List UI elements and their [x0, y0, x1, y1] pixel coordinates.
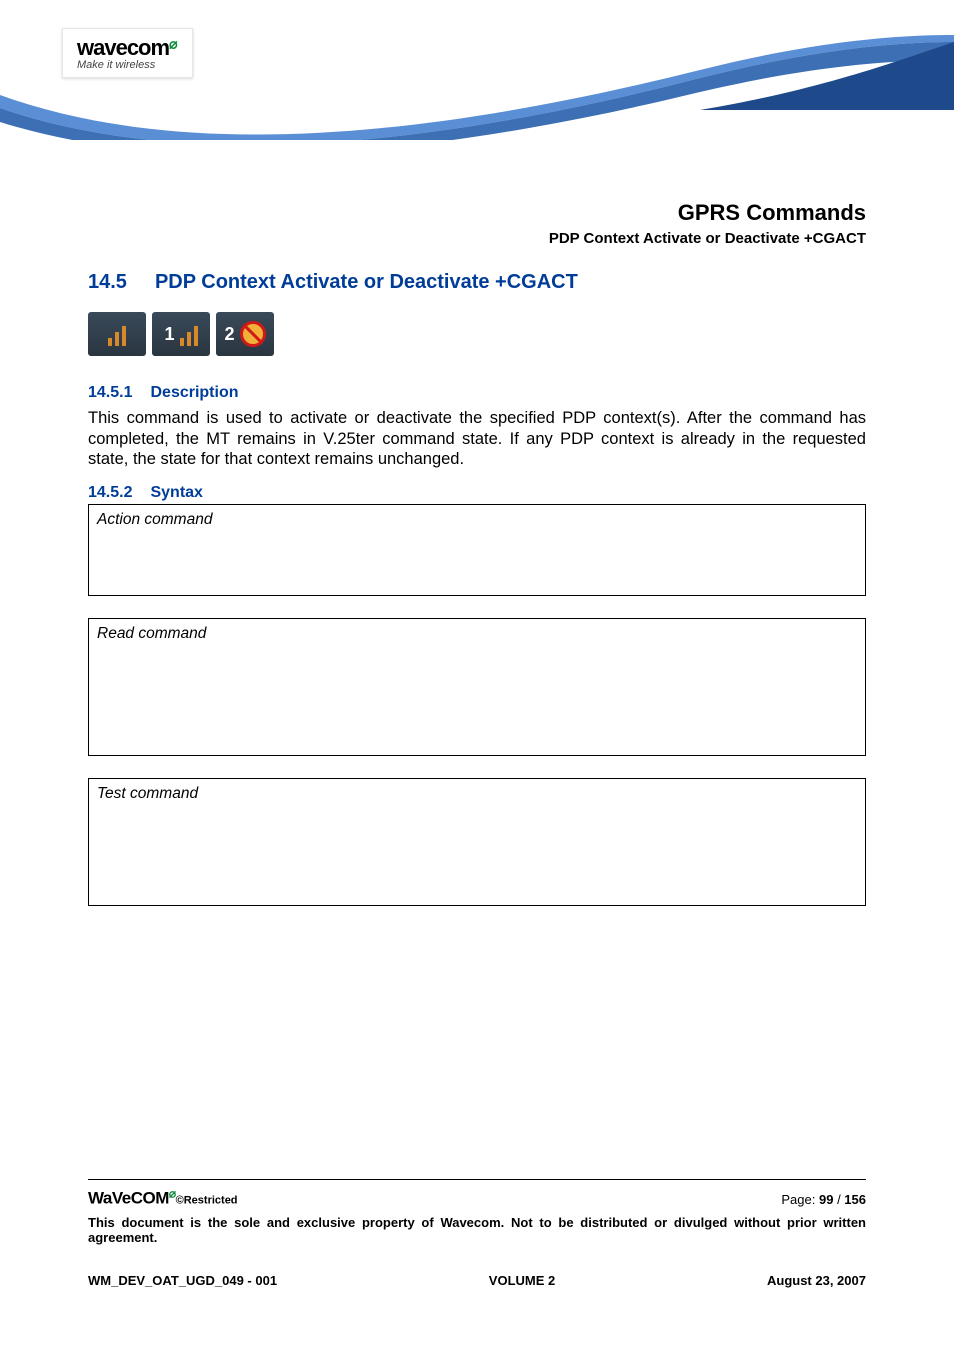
prohibit-icon	[240, 321, 266, 347]
footer-row-1: WaVeCOM⌀©Restricted Page: 99 / 156	[88, 1186, 866, 1209]
chapter-header: GPRS Commands PDP Context Activate or De…	[88, 200, 866, 247]
page-footer: WaVeCOM⌀©Restricted Page: 99 / 156 This …	[88, 1179, 866, 1288]
footer-rule	[88, 1179, 866, 1180]
footer-row-3: WM_DEV_OAT_UGD_049 - 001 VOLUME 2 August…	[88, 1273, 866, 1288]
syntax-title: Syntax	[150, 484, 202, 501]
section-heading: 14.5 PDP Context Activate or Deactivate +…	[88, 271, 866, 294]
page-content: GPRS Commands PDP Context Activate or De…	[0, 200, 954, 906]
header-band: wavecom⌀ Make it wireless	[0, 0, 954, 140]
logo-brand-text: wavecom	[77, 35, 169, 61]
description-body: This command is used to activate or deac…	[88, 408, 866, 470]
sim-icon-2-label: 2	[224, 324, 234, 345]
page-total: 156	[844, 1192, 866, 1207]
chapter-title: GPRS Commands	[88, 200, 866, 226]
logo-brand: wavecom⌀	[77, 35, 178, 61]
footer-date: August 23, 2007	[767, 1273, 866, 1288]
section-number: 14.5	[88, 271, 127, 293]
footer-restricted: ©Restricted	[176, 1195, 238, 1207]
test-command-label: Test command	[97, 785, 857, 803]
description-heading: 14.5.1 Description	[88, 384, 866, 402]
sim-icon-1: 1	[152, 312, 210, 356]
footer-doc-id: WM_DEV_OAT_UGD_049 - 001	[88, 1273, 277, 1288]
footer-volume: VOLUME 2	[489, 1273, 555, 1288]
sim-icon-1-label: 1	[164, 324, 174, 345]
description-number: 14.5.1	[88, 384, 132, 401]
page-sep: /	[833, 1192, 844, 1207]
action-command-label: Action command	[97, 511, 857, 529]
footer-logo: WaVeCOM⌀©Restricted	[88, 1186, 238, 1209]
logo-superscript-icon: ⌀	[169, 36, 177, 52]
section-title: PDP Context Activate or Deactivate +CGAC…	[155, 271, 578, 293]
compatibility-icons: 1 2	[88, 312, 866, 356]
signal-bars-icon	[108, 322, 126, 346]
description-title: Description	[150, 384, 238, 401]
syntax-heading: 14.5.2 Syntax	[88, 484, 866, 502]
page-current: 99	[819, 1192, 833, 1207]
signal-bars-icon	[180, 322, 198, 346]
footer-superscript-icon: ⌀	[169, 1186, 176, 1200]
action-command-box: Action command	[88, 504, 866, 596]
chapter-subtitle: PDP Context Activate or Deactivate +CGAC…	[88, 230, 866, 247]
sim-icon-0	[88, 312, 146, 356]
sim-icon-2-prohibit: 2	[216, 312, 274, 356]
page-indicator: Page: 99 / 156	[781, 1192, 866, 1207]
footer-disclaimer: This document is the sole and exclusive …	[88, 1215, 866, 1245]
footer-brand: WaVeCOM	[88, 1189, 169, 1208]
read-command-label: Read command	[97, 625, 857, 643]
logo-box: wavecom⌀ Make it wireless	[62, 28, 193, 78]
page-label: Page:	[781, 1192, 819, 1207]
syntax-number: 14.5.2	[88, 484, 132, 501]
test-command-box: Test command	[88, 778, 866, 906]
read-command-box: Read command	[88, 618, 866, 756]
